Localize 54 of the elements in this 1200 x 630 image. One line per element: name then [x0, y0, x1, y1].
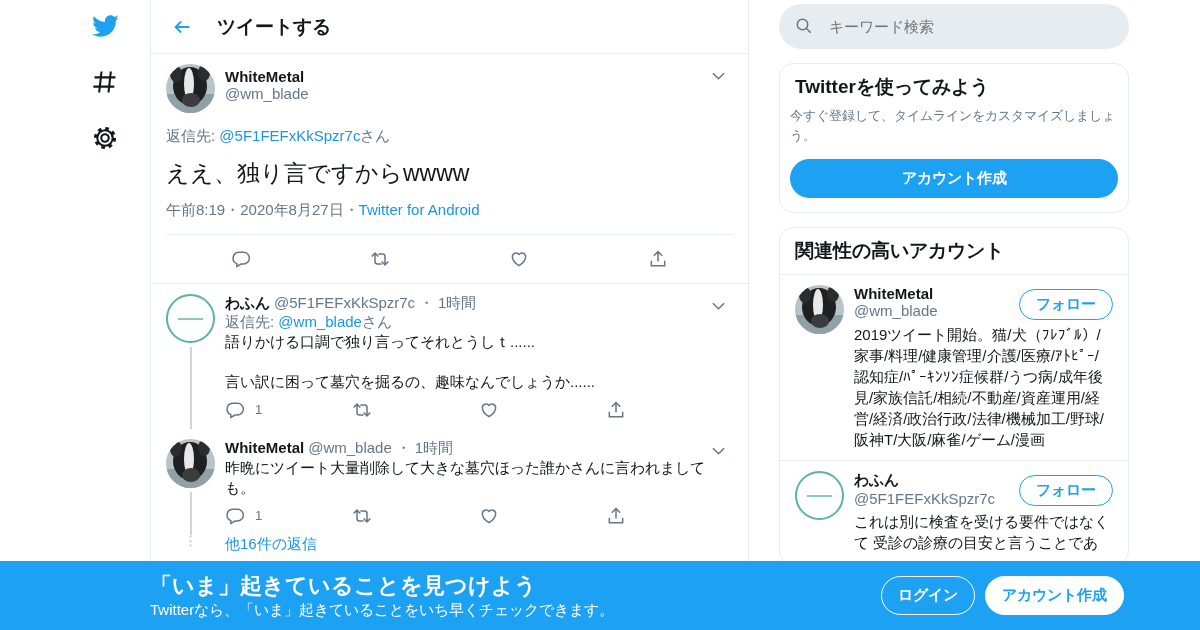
mention-link[interactable]: @5F1FEFxKkSpzr7c: [219, 127, 361, 144]
chevron-icon[interactable]: [712, 446, 725, 455]
timestamp: 1時間: [438, 294, 477, 313]
user-name: わふん: [225, 294, 270, 313]
user-name: わふん: [854, 471, 900, 490]
bird-logo[interactable]: [91, 12, 119, 40]
user-handle: @wm_blade: [854, 302, 939, 319]
tweet-text: ええ、独り言ですからwwww: [166, 159, 471, 188]
avatar-icon: [795, 471, 844, 520]
separator: ・: [343, 201, 359, 220]
banner-text: Twitterなら、「いま」起きていることをいち早くチェックできます。: [150, 601, 616, 620]
reply-to-line: 返信先: @5F1FEFxKkSpzr7cさん: [166, 127, 392, 146]
user-name: WhiteMetal: [225, 68, 306, 85]
card-title: 関連性の高いアカウント: [780, 228, 1128, 275]
settings-icon[interactable]: [91, 124, 119, 152]
hashtag-icon[interactable]: [91, 68, 119, 96]
user-name: WhiteMetal: [854, 285, 935, 302]
follow-button[interactable]: フォロー: [1019, 475, 1113, 506]
reply-count: 1: [255, 508, 263, 524]
sign-up-button[interactable]: アカウント作成: [985, 576, 1124, 615]
timestamp: 2020年8月27日: [240, 201, 344, 220]
mention-link[interactable]: @wm_blade: [278, 313, 362, 330]
user-bio: これは別に検査を受ける要件ではなくて 受診の診療の目安と言うことであ: [854, 512, 1110, 553]
chevron-icon[interactable]: [712, 302, 725, 310]
user-handle: @5F1FEFxKkSpzr7c: [854, 490, 997, 507]
sign-up-button[interactable]: アカウント作成: [790, 159, 1118, 198]
separator: ・: [225, 201, 241, 220]
user-handle: @wm_blade: [225, 85, 310, 102]
reply-to-line: 返信先: @wm_bladeさん: [225, 313, 393, 332]
user-bio: 2019ツイート開始。猫/犬（ﾌﾚﾌﾞﾙ）/家事/料理/健康管理/介護/医療/ｱﾄﾋﾟｰ/認知症/ﾊﾟｰｷﾝｿﾝ症候群/うつ病/成年後見/家族信託/相続/不動産/資産運用/経営/経済/政治行政/法律/機械加工/野球/阪神T/大阪/麻雀/ゲーム/漫画: [854, 325, 1105, 450]
search-field[interactable]: キーワード検索: [779, 4, 1129, 49]
chevron-icon[interactable]: [712, 72, 725, 80]
separator: ・: [419, 294, 435, 313]
tweet-text: 語りかける口調で独り言ってそれとうしｔ...... 言い訳に困って墓穴を掘るの、趣味なんでしょうか......: [225, 332, 596, 392]
more-replies-link[interactable]: 他16件の返信: [225, 534, 317, 552]
share-icon[interactable]: [606, 399, 626, 420]
tweet-text: 昨晩にツイート大量削除して大きな墓穴ほった誰かさんに言われましても。: [225, 457, 706, 498]
user-handle: @5F1FEFxKkSpzr7c: [274, 294, 416, 311]
reply-icon[interactable]: [230, 249, 251, 269]
follow-button[interactable]: フォロー: [1019, 289, 1113, 320]
reply-count: 1: [255, 402, 263, 418]
card-text: 今すぐ登録して、タイムラインをカスタマイズしましょう。: [789, 107, 1116, 145]
timestamp: 1時間: [414, 438, 454, 458]
card-title: Twitterを使ってみよう: [794, 75, 990, 99]
page-title: ツイートする: [217, 14, 331, 39]
source-link[interactable]: Twitter for Android: [358, 201, 480, 220]
user-name: WhiteMetal: [225, 438, 305, 456]
avatar-icon: [166, 294, 215, 343]
share-icon[interactable]: [606, 505, 626, 526]
login-button[interactable]: ログイン: [881, 576, 975, 615]
banner-title: 「いま」起きていることを見つけよう: [150, 572, 538, 600]
timestamp: 午前8:19: [166, 201, 226, 220]
user-handle: @wm_blade: [308, 438, 392, 456]
separator: ・: [395, 438, 411, 458]
